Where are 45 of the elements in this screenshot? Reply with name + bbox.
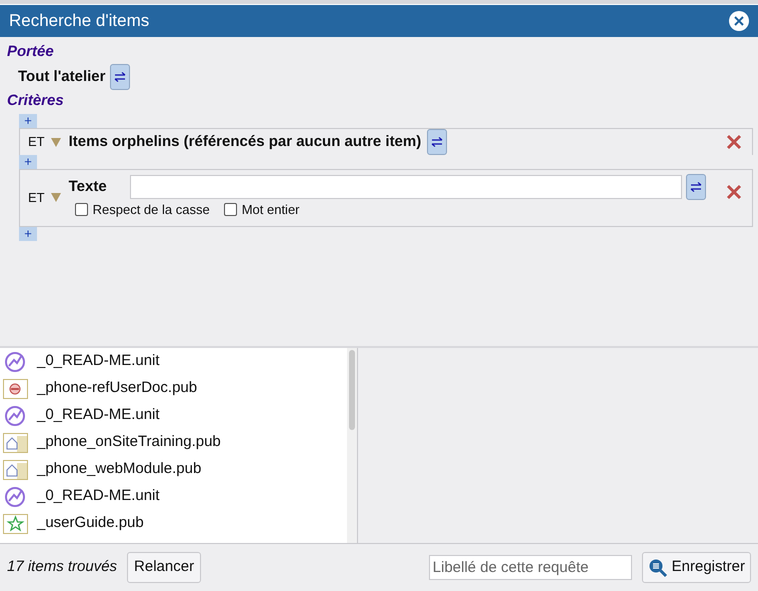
result-item[interactable]: _userGuide.pub <box>0 510 347 537</box>
window-title: Recherche d'items <box>9 10 150 32</box>
checkbox[interactable] <box>74 203 88 216</box>
add-criterion-button[interactable]: + <box>19 155 37 169</box>
document-badge-icon <box>2 378 28 398</box>
checkbox-label: Mot entier <box>242 201 300 219</box>
query-label-field[interactable]: Libellé de cette requête <box>428 555 632 580</box>
scrollbar-thumb[interactable] <box>349 350 355 430</box>
search-icon <box>648 558 668 578</box>
swap-arrows-icon <box>690 181 702 193</box>
circle-check-icon <box>4 404 26 426</box>
result-item[interactable]: _phone_webModule.pub <box>0 456 347 483</box>
circle-check-icon <box>4 486 26 508</box>
operator-label: ET <box>28 133 45 152</box>
scope-label: Tout l'atelier <box>18 66 106 87</box>
swap-arrows-icon <box>114 71 126 83</box>
house-icon <box>2 460 28 480</box>
result-item[interactable]: _0_READ-ME.unit <box>0 483 347 510</box>
house-icon <box>2 432 28 452</box>
checkbox-label: Respect de la casse <box>92 201 210 219</box>
text-field[interactable] <box>130 175 682 199</box>
criterion-label: Texte <box>68 176 108 197</box>
add-criterion-button[interactable]: + <box>19 114 37 128</box>
checkbox[interactable] <box>224 203 237 216</box>
close-button[interactable] <box>729 11 749 31</box>
close-icon <box>734 16 744 26</box>
save-button[interactable]: Enregistrer <box>642 552 751 583</box>
rerun-button[interactable]: Relancer <box>127 552 202 583</box>
swap-button[interactable] <box>686 174 706 200</box>
delete-icon[interactable] <box>726 134 742 150</box>
circle-check-icon <box>4 350 26 372</box>
add-criterion-button[interactable]: + <box>19 226 37 240</box>
swap-button[interactable] <box>427 129 448 155</box>
section-heading: Portée <box>7 43 55 61</box>
result-item[interactable]: _phone-refUserDoc.pub <box>0 375 347 402</box>
result-item[interactable]: _0_READ-ME.unit <box>0 402 347 429</box>
result-item[interactable]: _0_READ-ME.unit <box>0 348 347 375</box>
swap-button[interactable] <box>110 64 130 90</box>
section-heading: Critères <box>7 92 65 110</box>
delete-icon[interactable] <box>726 184 742 200</box>
result-count: 17 items trouvés <box>7 557 118 578</box>
result-item[interactable]: _phone_onSiteTraining.pub <box>0 429 347 456</box>
criterion-label: Items orphelins (référencés par aucun autre item) <box>68 132 422 152</box>
operator-label: ET <box>28 189 45 207</box>
swap-arrows-icon <box>431 136 444 148</box>
